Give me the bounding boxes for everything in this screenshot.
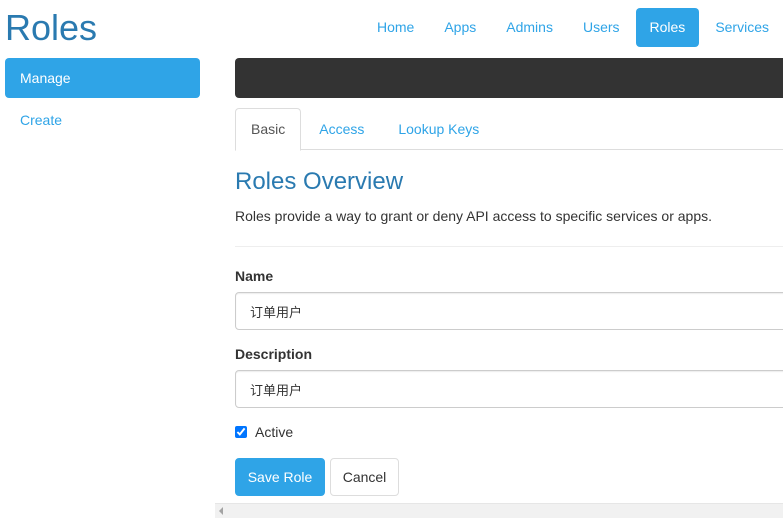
nav-apps[interactable]: Apps — [430, 8, 490, 47]
tab-basic[interactable]: Basic — [235, 108, 302, 151]
top-nav: Home Apps Admins Users Roles Services — [361, 8, 783, 47]
section-title: Roles Overview — [235, 168, 404, 195]
active-row: Active — [235, 424, 293, 440]
tab-lookup-keys[interactable]: Lookup Keys — [382, 108, 495, 150]
cancel-button[interactable]: Cancel — [330, 458, 399, 496]
sidebar: Manage Create — [5, 58, 200, 142]
nav-roles[interactable]: Roles — [635, 8, 700, 47]
sidebar-item-create[interactable]: Create — [5, 100, 200, 140]
description-label: Description — [235, 346, 313, 362]
save-role-button[interactable]: Save Role — [235, 458, 325, 496]
active-checkbox[interactable] — [235, 426, 247, 438]
nav-admins[interactable]: Admins — [492, 8, 567, 47]
tab-bar: Basic Access Lookup Keys — [235, 108, 783, 151]
name-input[interactable] — [235, 292, 783, 330]
horizontal-scrollbar[interactable] — [215, 503, 783, 518]
nav-users[interactable]: Users — [569, 8, 634, 47]
alert-bar — [235, 58, 783, 98]
nav-home[interactable]: Home — [363, 8, 428, 47]
description-input[interactable] — [235, 370, 783, 408]
scroll-left-arrow-icon[interactable] — [219, 507, 223, 515]
divider — [235, 246, 783, 247]
sidebar-item-manage[interactable]: Manage — [5, 58, 200, 98]
nav-services[interactable]: Services — [701, 8, 783, 47]
name-label: Name — [235, 268, 274, 284]
active-label: Active — [255, 424, 294, 440]
page-title: Roles — [5, 7, 98, 48]
section-description: Roles provide a way to grant or deny API… — [235, 208, 713, 224]
tab-access[interactable]: Access — [303, 108, 380, 150]
